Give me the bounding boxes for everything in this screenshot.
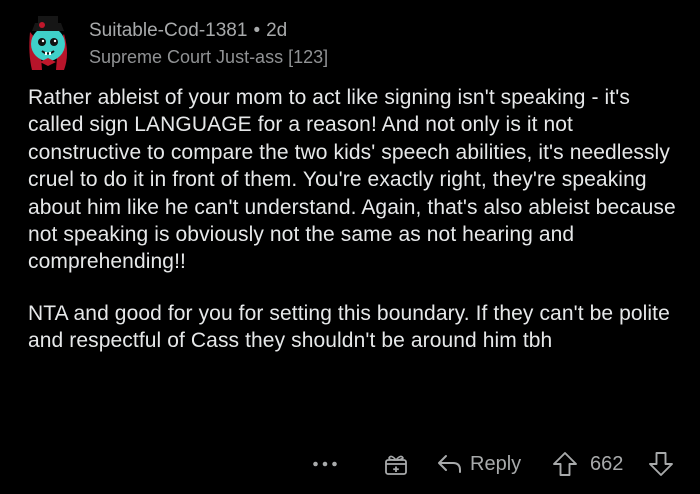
downvote-arrow-icon: [649, 452, 673, 476]
award-icon: [385, 455, 407, 475]
comment-paragraph: Rather ableist of your mom to act like s…: [28, 86, 676, 274]
upvote-arrow-icon: [553, 452, 577, 476]
avatar-image: [29, 16, 67, 70]
comment-body: Rather ableist of your mom to act like s…: [28, 84, 678, 355]
more-button[interactable]: [312, 446, 338, 482]
comment-age: 2d: [266, 20, 288, 41]
vote-score: 662: [590, 446, 623, 482]
score-value: 662: [590, 452, 624, 475]
avatar[interactable]: [20, 14, 76, 70]
comment-header: Suitable-Cod-1381 • 2d Supreme Court Just-…: [20, 14, 328, 70]
reply-arrow-icon: [438, 455, 461, 473]
upvote-button[interactable]: [551, 446, 579, 482]
award-button[interactable]: [383, 446, 409, 482]
username[interactable]: Suitable-Cod-1381: [89, 20, 247, 41]
comment: Suitable-Cod-1381 • 2d Supreme Court Just-…: [0, 0, 700, 494]
reply-label: Reply: [470, 452, 522, 475]
reply-button[interactable]: Reply: [436, 446, 521, 482]
user-flair: Supreme Court Just-ass [123]: [89, 47, 329, 67]
comment-actions: Reply 662: [0, 446, 700, 482]
more-icon: [313, 461, 337, 467]
comment-meta: Suitable-Cod-1381 • 2d Supreme Court Just-…: [89, 19, 328, 68]
comment-paragraph: NTA and good for you for setting this bo…: [28, 301, 670, 353]
downvote-button[interactable]: [647, 446, 675, 482]
meta-line: Suitable-Cod-1381 • 2d: [89, 19, 328, 43]
meta-separator: •: [253, 20, 261, 41]
